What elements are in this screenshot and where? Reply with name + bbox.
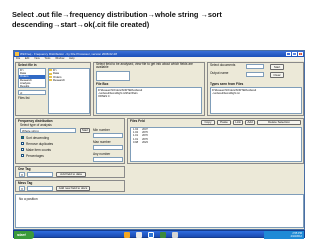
field-instruction: Select field to be analysed, view file t… (96, 62, 193, 70)
sort-descending-label: Sort descending (26, 135, 50, 140)
file-list[interactable]: D:\ Data Orders Research (48, 68, 90, 114)
mess-tag-label: Mess Tag (18, 181, 33, 185)
any-number-field[interactable] (93, 157, 123, 162)
field-list[interactable] (96, 71, 130, 81)
files-list-title: Files list (18, 96, 30, 100)
file-box-title: File Box (96, 82, 109, 86)
documents-panel: Select documents Start Output name Clear… (207, 62, 304, 116)
mess-tag-panel: Mess Tag X Add new field to docs (15, 180, 125, 192)
min-number-field[interactable] (93, 133, 123, 138)
file-box-text[interactable]: D:\Research\Orders\SORTED\ordered ~\orde… (96, 87, 202, 114)
mess-tag-field[interactable] (27, 186, 53, 191)
task-window-icon[interactable] (172, 232, 178, 238)
table-row[interactable]: 0.98 2023 (131, 141, 150, 144)
file-tree-item: Research (49, 79, 89, 82)
types-text[interactable]: D:\Research\Orders\SORTED\ordered ~\orde… (210, 87, 302, 114)
delete-selection-button[interactable]: Delete Selection (257, 120, 301, 125)
window-title: WinFreq - Frequency Distribution - by Fi… (20, 52, 117, 56)
menu-view[interactable]: View (34, 57, 40, 60)
clear-button[interactable]: Clear (270, 72, 284, 78)
add-field-button[interactable]: Add field to data (56, 172, 86, 177)
sort-descending-checkbox[interactable] (21, 136, 24, 139)
menu-bar: File Edit View Tools Window Help (14, 57, 304, 61)
select-documents-label: Select documents (210, 63, 236, 67)
one-tag-checkbox[interactable]: X (19, 172, 25, 177)
add-button[interactable]: Add (245, 120, 255, 125)
output-name-field[interactable] (246, 72, 264, 77)
results-table-box[interactable]: 1.04 2037 1.02 2076 1.01 2070 1.01 2076 0.98… (130, 127, 302, 162)
menu-tools[interactable]: Tools (44, 57, 50, 60)
percentages-checkbox[interactable] (21, 154, 24, 157)
start-top-button[interactable]: Start (270, 64, 284, 70)
winfreq-window: WinFreq - Frequency Distribution - by Fi… (13, 50, 305, 230)
task-document-icon[interactable] (136, 232, 142, 238)
taskbar: start 2:55 PM 4/13/2012 (13, 230, 305, 239)
task-app-icon[interactable] (160, 232, 166, 238)
folder-item[interactable]: Results (19, 84, 45, 88)
start-button[interactable]: start (14, 231, 34, 239)
analysis-type-label: Select type of analysis (20, 123, 52, 127)
add-new-field-button[interactable]: Add new field to docs (56, 186, 90, 191)
menu-file[interactable]: File (16, 57, 20, 60)
results-table: 1.04 2037 1.02 2076 1.01 2070 1.01 2076 0.98… (131, 128, 150, 144)
app-icon (15, 52, 19, 56)
item-counts-label: Make item counts (26, 147, 51, 152)
select-file-label: Select file in (18, 63, 37, 67)
folder-icon (49, 72, 52, 75)
frequency-distribution-panel: Frequency distribution Select type of an… (15, 118, 125, 164)
mess-tag-checkbox[interactable]: X (19, 186, 25, 191)
analysis-type-select[interactable]: Whole string (20, 128, 76, 133)
link-button[interactable]: Link (233, 120, 243, 125)
paste-button[interactable]: Paste (217, 120, 231, 125)
menu-window[interactable]: Window (55, 57, 64, 60)
close-button[interactable]: × (298, 52, 303, 56)
folder-icon (49, 76, 52, 79)
status-text: No a position (19, 197, 38, 201)
types-title: Types seen from Files (210, 82, 244, 86)
task-browser-icon[interactable] (148, 232, 154, 238)
field-select-panel: Select field to be analysed, view file t… (93, 62, 205, 116)
frequency-start-button[interactable]: Start (80, 128, 90, 133)
menu-help[interactable]: Help (69, 57, 74, 60)
one-tag-panel: One Tag X Add field to data (15, 166, 125, 178)
results-panel: Files Feld Copy Paste Link Add Delete Se… (127, 118, 304, 164)
folder-list[interactable]: D:\ Data Orders Research Analysis Result… (18, 68, 46, 88)
any-number-label: Any number (93, 152, 111, 156)
results-title: Files Feld (130, 119, 145, 123)
drive-select[interactable]: d: (18, 90, 46, 95)
remove-duplicates-checkbox[interactable] (21, 142, 24, 145)
documents-field[interactable] (246, 64, 264, 69)
copy-button[interactable]: Copy (201, 120, 215, 125)
one-tag-label: One Tag (18, 167, 31, 171)
clock-date: 4/13/2012 (290, 235, 302, 238)
remove-duplicates-label: Remove duplicates (26, 141, 54, 146)
folder-icon (49, 69, 52, 72)
percentages-label: Percentages (26, 153, 44, 158)
max-number-field[interactable] (93, 145, 123, 150)
menu-edit[interactable]: Edit (25, 57, 29, 60)
one-tag-field[interactable] (27, 172, 53, 177)
max-number-label: Max number (93, 140, 111, 144)
instruction-caption: Select .out file→frequency distribution→… (12, 10, 222, 29)
min-number-label: Min number (93, 128, 110, 132)
task-folder-icon[interactable] (124, 232, 130, 238)
minimize-button[interactable]: _ (286, 52, 291, 56)
system-tray[interactable]: 2:55 PM 4/13/2012 (264, 231, 304, 239)
output-name-label: Output name (210, 71, 229, 75)
item-counts-checkbox[interactable] (21, 148, 24, 151)
folder-icon (49, 79, 52, 82)
status-area: No a position (15, 194, 304, 228)
maximize-button[interactable]: □ (292, 52, 297, 56)
file-select-panel: Select file in D:\ Data Orders Research … (15, 62, 91, 116)
